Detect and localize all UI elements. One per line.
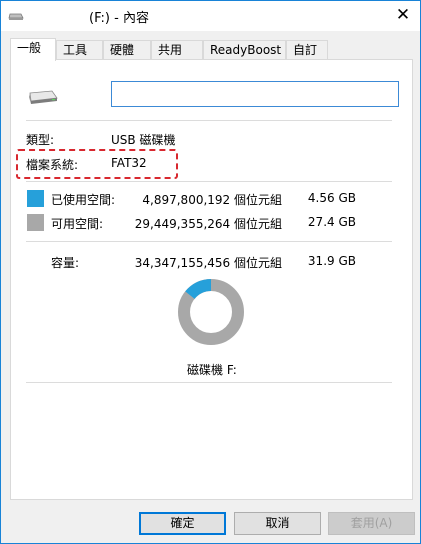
free-space-size: 27.4 GB	[307, 215, 356, 229]
type-label: 類型:	[26, 133, 55, 147]
free-space-label: 可用空間:	[51, 217, 104, 231]
tab-customize-label: 自訂	[293, 43, 318, 57]
capacity-label: 容量:	[51, 256, 80, 270]
cancel-button[interactable]: 取消	[234, 512, 321, 535]
tab-hardware-label: 硬體	[110, 43, 135, 57]
volume-name-input[interactable]	[111, 81, 399, 107]
tab-general[interactable]: 一般	[10, 38, 56, 61]
tab-readyboost-label: ReadyBoost	[210, 43, 282, 57]
apply-button[interactable]: 套用(A)	[328, 512, 415, 535]
tab-sharing[interactable]: 共用	[151, 40, 203, 60]
drive-caption: 磁碟機 F:	[187, 363, 237, 377]
tab-customize[interactable]: 自訂	[286, 40, 328, 60]
properties-window: (F:) - 內容 ✕ 一般 工具 硬體 共用 ReadyBoost 自訂 類型…	[0, 0, 421, 544]
separator	[26, 181, 392, 182]
disk-usage-donut-chart	[178, 279, 244, 345]
type-value: USB 磁碟機	[111, 133, 176, 147]
ok-button[interactable]: 確定	[139, 512, 226, 535]
used-space-label: 已使用空間:	[51, 193, 116, 207]
general-panel: 類型: USB 磁碟機 檔案系統: FAT32 已使用空間: 4,897,800…	[10, 59, 413, 500]
separator	[26, 120, 392, 121]
dialog-button-bar: 確定 取消 套用(A)	[1, 501, 420, 543]
close-button[interactable]: ✕	[392, 5, 414, 25]
tab-sharing-label: 共用	[158, 43, 183, 57]
capacity-size: 31.9 GB	[307, 254, 356, 268]
separator	[26, 241, 392, 242]
filesystem-value: FAT32	[111, 156, 147, 170]
tab-hardware[interactable]: 硬體	[103, 40, 151, 60]
free-space-bytes: 29,449,355,264 個位元組	[134, 217, 282, 231]
used-space-bytes: 4,897,800,192 個位元組	[142, 193, 282, 207]
window-title: (F:) - 內容	[89, 11, 149, 26]
tab-readyboost[interactable]: ReadyBoost	[203, 40, 286, 60]
usb-drive-icon	[29, 90, 58, 104]
used-space-size: 4.56 GB	[307, 191, 356, 205]
separator	[26, 382, 392, 383]
title-bar: (F:) - 內容 ✕	[1, 1, 420, 31]
close-icon: ✕	[395, 5, 411, 25]
filesystem-label: 檔案系統:	[26, 158, 79, 172]
used-space-swatch	[27, 190, 44, 207]
tab-tools[interactable]: 工具	[56, 40, 103, 60]
capacity-bytes: 34,347,155,456 個位元組	[134, 256, 282, 270]
drive-title-icon	[8, 13, 24, 20]
tab-general-label: 一般	[17, 41, 42, 55]
used-space-arc	[185, 279, 212, 300]
free-space-swatch	[27, 214, 44, 231]
tab-tools-label: 工具	[63, 43, 88, 57]
